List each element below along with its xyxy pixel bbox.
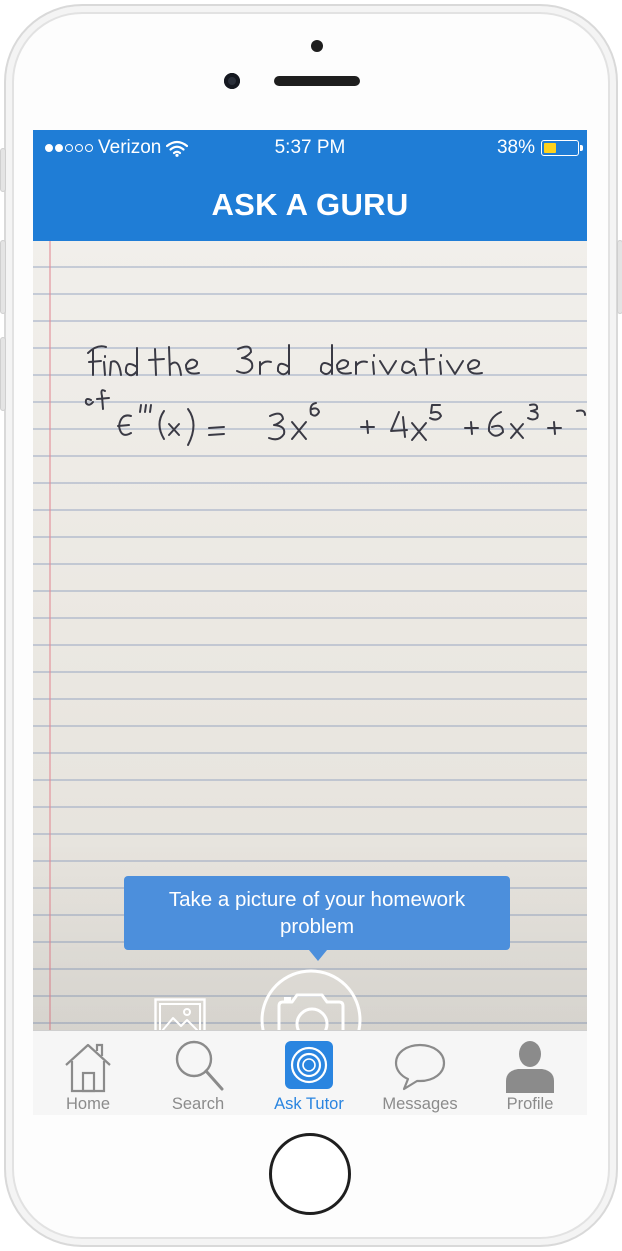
battery-status: 38% [496, 137, 583, 159]
tab-profile[interactable]: Profile [475, 1031, 585, 1115]
hint-tooltip: Take a picture of your homework problem [124, 876, 510, 950]
status-bar: Verizon 5:37 PM 38% [33, 130, 587, 168]
battery-level [544, 143, 556, 153]
earpiece-speaker [274, 76, 360, 86]
house-icon [65, 1043, 111, 1093]
camera-lens-icon [285, 1041, 333, 1089]
front-camera [224, 73, 240, 89]
battery-percent: 38% [496, 137, 535, 158]
tab-bar: Home Search Ask Tutor Messages Profile [33, 1030, 587, 1115]
nav-bar: ASK A GURU [33, 168, 587, 241]
hint-tooltip-text: Take a picture of your homework problem [168, 888, 466, 938]
screen: Verizon 5:37 PM 38% ASK A GURU Take a pi… [33, 130, 587, 1115]
camera-shutter-icon[interactable] [259, 968, 363, 1030]
page-title: ASK A GURU [211, 186, 409, 222]
tab-label-profile: Profile [506, 1095, 554, 1113]
handwritten-homework-photo [84, 344, 586, 446]
image-gallery-icon[interactable] [154, 998, 206, 1030]
tooltip-arrow [309, 950, 327, 961]
power-button [617, 240, 622, 314]
battery-icon [541, 140, 583, 156]
tab-home[interactable]: Home [33, 1031, 143, 1115]
tab-label-messages: Messages [382, 1095, 458, 1113]
tab-search[interactable]: Search [143, 1031, 253, 1115]
tab-label-home: Home [65, 1095, 110, 1113]
speech-bubble-icon [394, 1043, 446, 1091]
tab-label-ask-tutor: Ask Tutor [274, 1095, 344, 1113]
tab-messages[interactable]: Messages [365, 1031, 475, 1115]
proximity-sensor [311, 40, 323, 52]
tab-label-search: Search [171, 1095, 225, 1113]
volume-up-button [0, 240, 6, 314]
tab-ask-tutor[interactable]: Ask Tutor [254, 1031, 364, 1115]
camera-preview[interactable]: Take a picture of your homework problem [33, 241, 587, 1030]
home-button[interactable] [269, 1133, 351, 1215]
magnifier-icon [175, 1040, 224, 1091]
volume-down-button [0, 337, 6, 411]
mute-switch [0, 148, 6, 192]
person-icon [506, 1041, 554, 1093]
